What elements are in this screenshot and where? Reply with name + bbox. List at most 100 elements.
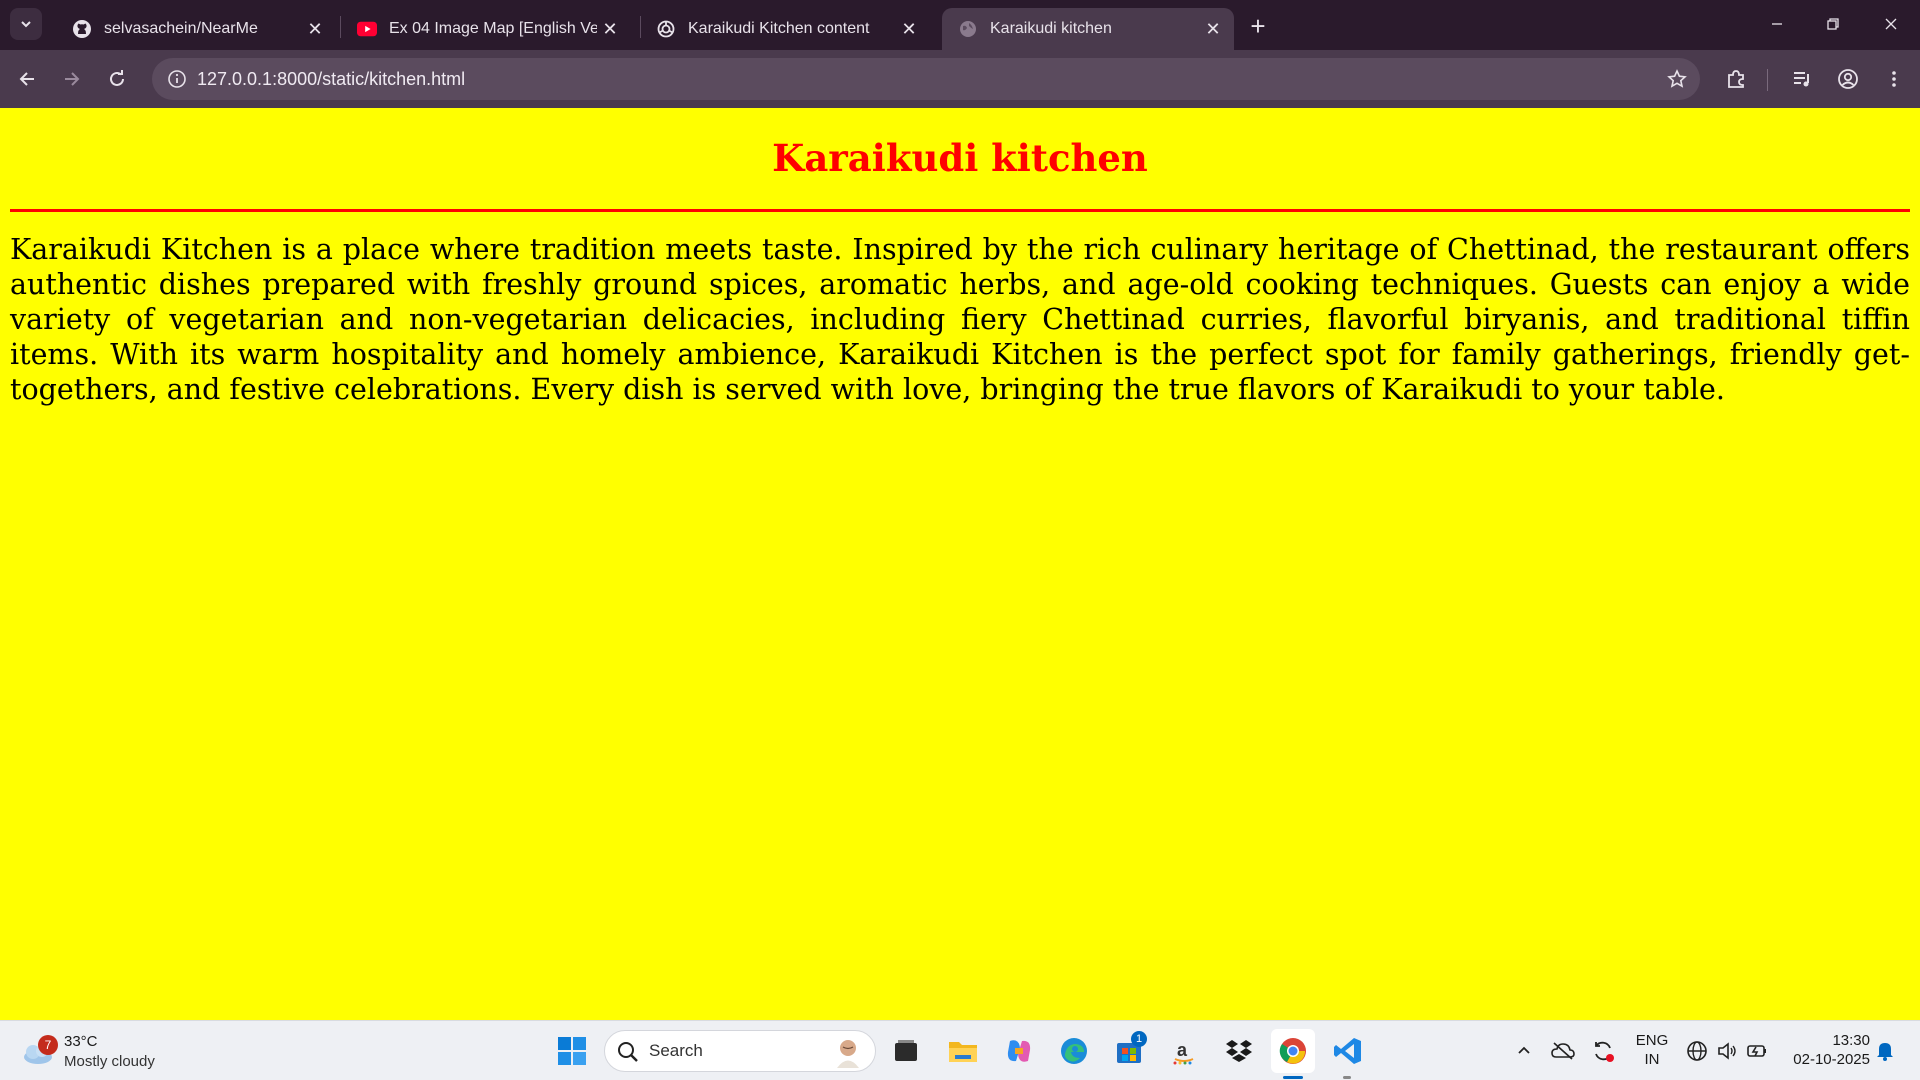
tab-title: Ex 04 Image Map [English Versi (389, 20, 597, 37)
clock-time: 13:30 (1832, 1032, 1870, 1049)
clock-date: 02-10-2025 (1793, 1051, 1870, 1068)
edge-icon (1061, 1038, 1087, 1064)
site-info-icon[interactable] (162, 64, 192, 94)
extensions-button[interactable] (1718, 61, 1754, 97)
restore-button[interactable] (1804, 0, 1862, 48)
close-icon[interactable]: ✕ (1200, 16, 1226, 42)
forward-button[interactable] (54, 61, 90, 97)
battery-charging-icon (1747, 1045, 1766, 1057)
notifications-button[interactable] (1872, 1029, 1898, 1073)
speaker-icon (1718, 1042, 1736, 1060)
weather-condition: Mostly cloudy (64, 1053, 155, 1070)
playlist-icon (1794, 72, 1809, 87)
chrome-button[interactable] (1271, 1029, 1315, 1073)
heading-rule (10, 209, 1910, 212)
tab-karaikudi-kitchen[interactable]: Karaikudi kitchen ✕ (942, 8, 1234, 50)
vscode-icon (1334, 1038, 1361, 1064)
browser-menu-button[interactable] (1876, 61, 1912, 97)
toolbar-divider (1767, 69, 1768, 91)
bookmark-star-icon[interactable] (1662, 64, 1692, 94)
new-tab-button[interactable]: + (1242, 10, 1274, 42)
volume-button[interactable] (1714, 1029, 1740, 1073)
notification-badge: 7 (38, 1035, 58, 1055)
cloud-off-icon (1551, 1042, 1575, 1060)
chatgpt-icon (656, 19, 676, 39)
close-window-button[interactable] (1862, 0, 1920, 48)
more-vertical-icon (1892, 71, 1896, 87)
task-view-icon (895, 1040, 917, 1061)
profile-button[interactable] (1830, 61, 1866, 97)
chrome-icon (1279, 1038, 1306, 1064)
description-paragraph: Karaikudi Kitchen is a place where tradi… (10, 233, 1910, 406)
vscode-open-indicator (1343, 1076, 1351, 1079)
dropbox-button[interactable] (1217, 1029, 1261, 1073)
taskbar: 7 33°C Mostly cloudy Search 1 a ENG IN 1… (0, 1020, 1920, 1080)
search-highlight-icon (837, 1040, 859, 1068)
language-indicator[interactable]: ENG IN (1632, 1031, 1672, 1069)
reload-icon (110, 70, 124, 86)
windows-icon (558, 1037, 586, 1065)
close-icon[interactable]: ✕ (597, 16, 623, 42)
amazon-button[interactable]: a (1162, 1029, 1206, 1073)
start-button[interactable] (550, 1029, 594, 1073)
weather-widget[interactable]: 7 33°C Mostly cloudy (20, 1029, 180, 1073)
tab-strip: selvasachein/NearMe ✕ Ex 04 Image Map [E… (0, 0, 1920, 50)
store-button[interactable]: 1 (1107, 1029, 1151, 1073)
page-heading: Karaikudi kitchen (772, 136, 1148, 180)
restore-icon (1827, 18, 1839, 30)
globe-icon (958, 19, 978, 39)
reload-button[interactable] (99, 61, 135, 97)
tab-github[interactable]: selvasachein/NearMe ✕ (56, 8, 336, 50)
taskbar-search[interactable]: Search (604, 1030, 876, 1072)
region-code: IN (1644, 1051, 1660, 1068)
tab-youtube[interactable]: Ex 04 Image Map [English Versi ✕ (341, 8, 631, 50)
browser-toolbar: 127.0.0.1:8000/static/kitchen.html (0, 50, 1920, 108)
battery-button[interactable] (1744, 1029, 1770, 1073)
close-icon[interactable]: ✕ (302, 16, 328, 42)
svg-text:a: a (1177, 1040, 1188, 1060)
chevron-down-icon (21, 21, 31, 28)
profile-icon (1838, 69, 1858, 89)
task-view-button[interactable] (884, 1029, 928, 1073)
youtube-icon (357, 19, 377, 39)
minimize-icon (1772, 23, 1782, 25)
network-button[interactable] (1684, 1029, 1710, 1073)
tab-chatgpt[interactable]: Karaikudi Kitchen content ✕ (640, 8, 930, 50)
tab-search-button[interactable] (10, 8, 42, 40)
url-text[interactable]: 127.0.0.1:8000/static/kitchen.html (197, 58, 465, 100)
search-icon (618, 1042, 638, 1062)
close-icon[interactable]: ✕ (896, 16, 922, 42)
copilot-icon (1007, 1040, 1031, 1062)
minimize-button[interactable] (1748, 0, 1806, 48)
edge-button[interactable] (1052, 1029, 1096, 1073)
onedrive-tray-button[interactable] (1548, 1029, 1578, 1073)
amazon-icon: a (1173, 1040, 1194, 1065)
search-label: Search (649, 1041, 703, 1060)
chrome-active-indicator (1283, 1076, 1303, 1079)
media-controls-button[interactable] (1784, 61, 1820, 97)
arrow-right-icon (65, 72, 80, 86)
globe-network-icon (1687, 1041, 1707, 1061)
tab-title: Karaikudi Kitchen content (688, 20, 870, 37)
file-explorer-button[interactable] (941, 1029, 985, 1073)
store-badge: 1 (1131, 1031, 1147, 1047)
show-hidden-icons-button[interactable] (1510, 1029, 1538, 1073)
clock[interactable]: 13:30 02-10-2025 (1780, 1031, 1870, 1069)
copilot-button[interactable] (997, 1029, 1041, 1073)
chevron-up-icon (1518, 1046, 1530, 1054)
back-button[interactable] (9, 61, 45, 97)
plus-icon: + (1250, 10, 1266, 41)
address-bar[interactable]: 127.0.0.1:8000/static/kitchen.html (152, 58, 1700, 100)
vscode-button[interactable] (1326, 1029, 1370, 1073)
github-icon (72, 19, 92, 39)
language-code: ENG (1635, 1032, 1669, 1049)
page-content: Karaikudi kitchen Karaikudi Kitchen is a… (0, 108, 1920, 1020)
tab-title: Karaikudi kitchen (990, 20, 1112, 37)
bell-icon (1877, 1043, 1893, 1061)
tab-title: selvasachein/NearMe (104, 20, 258, 37)
sync-icon (1595, 1041, 1614, 1062)
screen: selvasachein/NearMe ✕ Ex 04 Image Map [E… (0, 0, 1920, 1080)
sync-tray-button[interactable] (1588, 1029, 1618, 1073)
folder-icon (949, 1042, 977, 1062)
puzzle-icon (1728, 70, 1744, 88)
